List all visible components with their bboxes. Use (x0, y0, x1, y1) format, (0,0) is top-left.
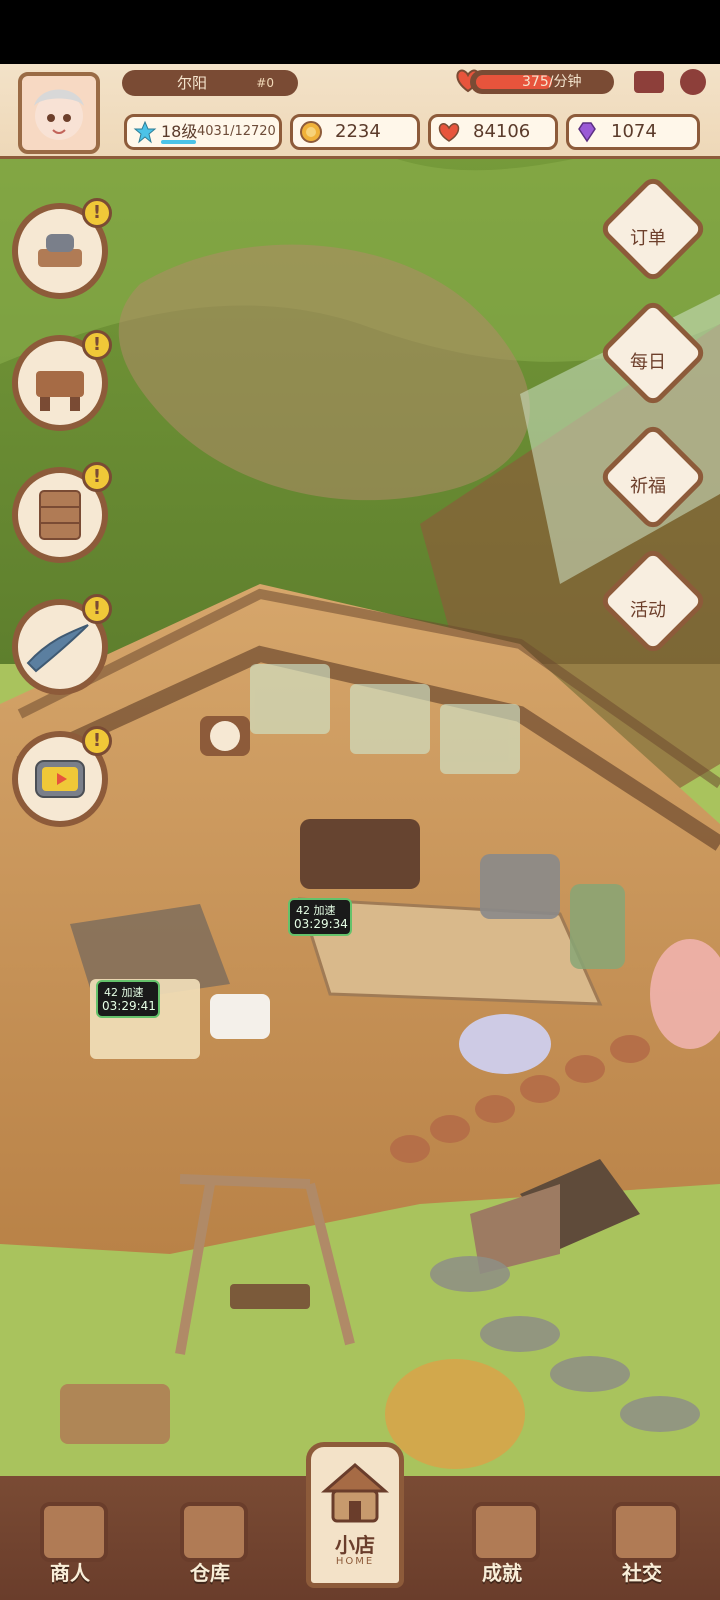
nav-home[interactable]: 小店 HOME (306, 1442, 404, 1588)
income-rate-pill: 375/分钟 (470, 70, 614, 94)
coin-icon (299, 120, 323, 144)
social-icon (612, 1502, 680, 1562)
nav-home-sub: HOME (335, 1556, 375, 1567)
heart-icon (437, 120, 461, 144)
nav-warehouse[interactable]: 仓库 (160, 1502, 260, 1586)
avatar-icon (34, 89, 84, 140)
events-label: 活动 (630, 600, 666, 621)
hearts-panel[interactable]: 84106 (428, 114, 558, 150)
timer-time: 03:29:34 (294, 917, 348, 931)
coins-value: 2234 (335, 121, 381, 142)
player-name: 尔阳 (177, 74, 208, 92)
income-rate-text: 375/分钟 (522, 74, 582, 90)
mail-icon[interactable] (634, 71, 664, 93)
level-panel[interactable]: 18级 4031/12720 (124, 114, 282, 150)
nav-achievements-label: 成就 (482, 1561, 522, 1585)
shop-icon (320, 1463, 390, 1523)
scene-art (0, 64, 720, 1600)
nav-social-label: 社交 (622, 1561, 662, 1585)
nav-merchant-label: 商人 (50, 1561, 90, 1585)
alert-badge: ! (82, 462, 112, 492)
level-exp: 4031/12720 (197, 124, 276, 139)
daily-label: 每日 (630, 352, 666, 373)
warehouse-icon (180, 1502, 248, 1562)
star-icon (133, 120, 157, 144)
status-bar (0, 0, 720, 64)
player-name-pill[interactable]: 尔阳 #0 (122, 70, 298, 96)
shop-scene[interactable]: 42 加速 03:29:34 42 加速 03:29:41 (0, 64, 720, 1600)
nav-warehouse-label: 仓库 (190, 1561, 230, 1585)
alert-badge: ! (82, 594, 112, 624)
player-rank: #0 (256, 76, 274, 90)
hearts-value: 84106 (473, 121, 531, 142)
coins-panel[interactable]: 2234 (290, 114, 420, 150)
alert-badge: ! (82, 330, 112, 360)
timer-time: 03:29:41 (102, 999, 156, 1013)
avatar[interactable] (18, 72, 100, 154)
timer-label: 42 加速 (104, 986, 144, 999)
level-progress (161, 140, 196, 144)
nav-achievements[interactable]: 成就 (452, 1502, 552, 1586)
gems-panel[interactable]: 1074 (566, 114, 700, 150)
gear-icon[interactable] (680, 69, 706, 95)
speedup-timer-2[interactable]: 42 加速 03:29:41 (96, 980, 160, 1018)
achievement-icon (472, 1502, 540, 1562)
game-screen: 42 加速 03:29:34 42 加速 03:29:41 尔阳 #0 375/… (0, 0, 720, 1600)
speedup-timer-1[interactable]: 42 加速 03:29:34 (288, 898, 352, 936)
alert-badge: ! (82, 198, 112, 228)
orders-button[interactable]: 订单 (597, 173, 709, 285)
orders-label: 订单 (630, 228, 666, 249)
pray-button[interactable]: 祈福 (597, 421, 709, 533)
timer-label: 42 加速 (296, 904, 336, 917)
nav-merchant[interactable]: 商人 (20, 1502, 120, 1586)
merchant-icon (40, 1502, 108, 1562)
events-button[interactable]: 活动 (597, 545, 709, 657)
daily-button[interactable]: 每日 (597, 297, 709, 409)
nav-home-label: 小店 (335, 1533, 375, 1557)
nav-social[interactable]: 社交 (592, 1502, 692, 1586)
gem-icon (575, 120, 599, 144)
gems-value: 1074 (611, 121, 657, 142)
pray-label: 祈福 (630, 476, 666, 497)
alert-badge: ! (82, 726, 112, 756)
